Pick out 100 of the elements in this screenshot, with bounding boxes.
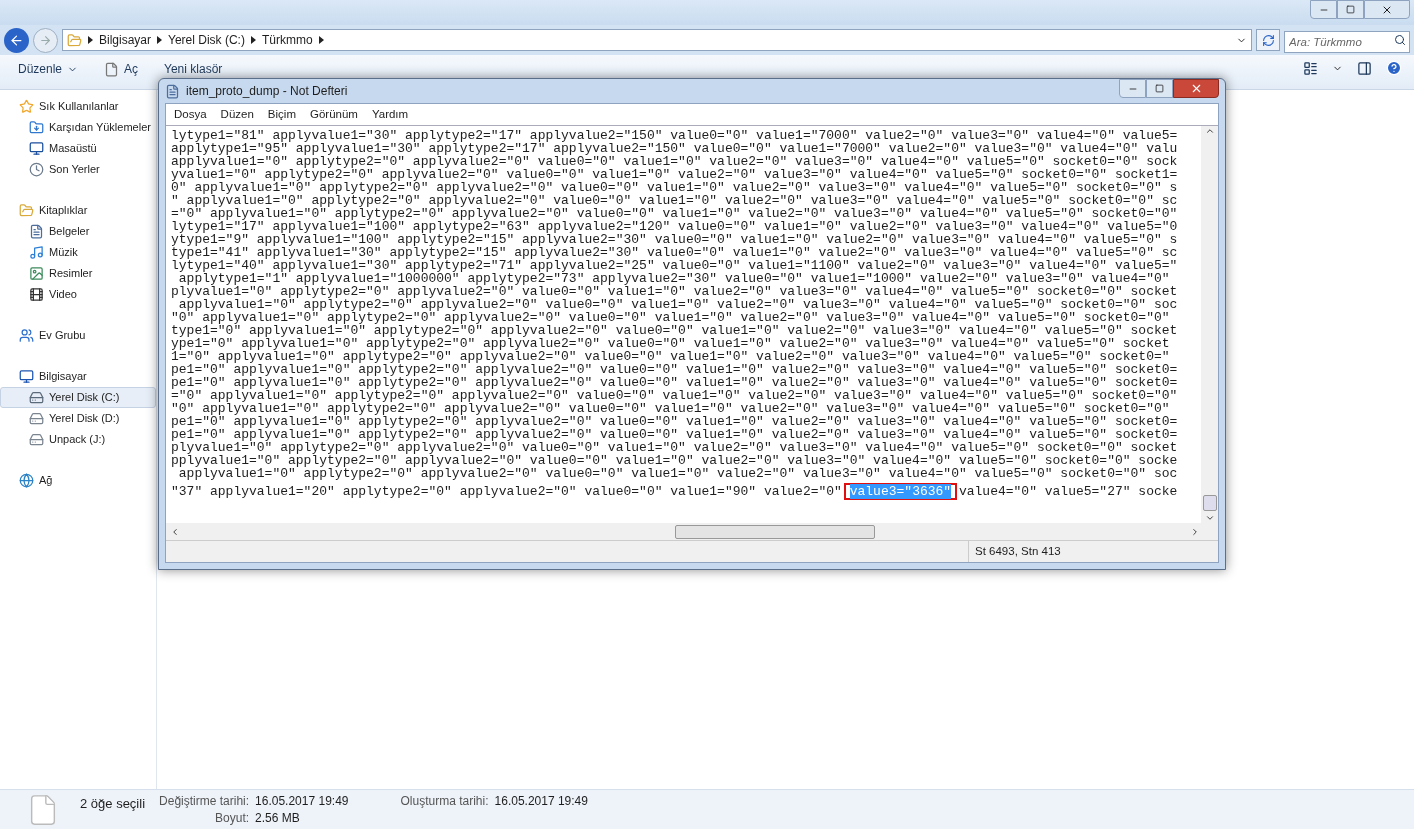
text-line: ype1="0" applyvalue1="0" applytype2="0" applyvalue2="0" value0="0" value1="0" value2="0" value3="0" value4="0" value5="0" socket <box>171 337 1171 350</box>
forward-icon <box>39 33 52 47</box>
close-button[interactable] <box>1173 79 1219 98</box>
text-line: pe1="0" applyvalue1="0" applytype2="0" applyvalue2="0" value0="0" value1="0" value2="0" value3="0" value4="0" value5="0" socket0= <box>171 363 1179 376</box>
sidebar-item[interactable]: Ev Grubu <box>0 325 156 346</box>
breadcrumb-arrow <box>157 36 163 44</box>
text-line: applyvalue1="0" applytype2="0" applyvalue2="0" value0="0" value1="0" value2="0" value3="0" value4="0" value5="0" socket0="0" soc <box>178 298 1179 311</box>
toolbar-button[interactable]: Yeni klasör <box>158 60 229 78</box>
menu-item[interactable]: Dosya <box>168 105 213 124</box>
text-line: pe1="0" applyvalue1="0" applytype2="0" applyvalue2="0" value0="0" value1="0" value2="0" value3="0" value4="0" value5="0" socket0= <box>171 428 1179 441</box>
text-line: type1="0" applyvalue1="0" applytype2="0" applyvalue2="0" value0="0" value1="0" value2="0" value3="0" value4="0" value5="0" socket <box>171 324 1179 337</box>
breadcrumb-item[interactable]: Türkmmo <box>261 31 313 49</box>
text-line: 1="0" applyvalue1="0" applytype2="0" applyvalue2="0" value0="0" value1="0" value2="0" value3="0" value4="0" value5="0" socket0=" <box>171 350 1171 363</box>
text-line: "0" applyvalue1="0" applytype2="0" applyvalue2="0" value0="0" value1="0" value2="0" value3="0" value4="0" value5="0" socket0="0" <box>171 402 1171 415</box>
sidebar-item[interactable]: Son Yerler <box>0 159 156 180</box>
breadcrumb-arrow <box>88 36 93 44</box>
detail-value: 2.56 MB <box>255 811 301 826</box>
scroll-thumb[interactable] <box>675 524 875 539</box>
sidebar-item[interactable]: Belgeler <box>0 221 156 242</box>
breadcrumb-arrow <box>318 36 324 44</box>
sidebar-item[interactable]: Video <box>0 284 156 305</box>
detail-label: Oluşturma tarihi: <box>400 794 489 809</box>
scroll-down-icon[interactable] <box>1204 513 1215 523</box>
sidebar-item[interactable]: Karşıdan Yüklemeler <box>0 117 156 138</box>
search-icon <box>1394 34 1406 46</box>
menu-item[interactable]: Görünüm <box>304 105 364 124</box>
toolbar-button[interactable]: Düzenle <box>12 60 85 78</box>
text-line: applyvalue1="0" applytype2="0" applyvalue2="0" value0="0" value1="0" value2="0" value3="0" value4="0" value5="0" socket0="0" sock <box>171 155 1179 168</box>
sidebar-item[interactable]: Yerel Disk (C:) <box>0 387 156 408</box>
detail-label: Değiştirme tarihi: <box>159 794 250 809</box>
text-line: pe1="0" applyvalue1="0" applytype2="0" applyvalue2="0" value0="0" value1="0" value2="0" value3="0" value4="0" value5="0" socket0= <box>171 376 1179 389</box>
maximize-button[interactable] <box>1146 79 1173 98</box>
menu-item[interactable]: Düzen <box>214 105 260 124</box>
computer-icon <box>19 369 34 384</box>
text-line: pplyvalue1="0" applytype2="0" applyvalue2="0" value0="0" value1="0" value2="0" value3="0" value4="0" value5="0" socket0="0" socke <box>171 454 1179 467</box>
window-title: item_proto_dump - Not Defteri <box>186 83 348 100</box>
text-line: " applyvalue1="0" applytype2="0" applyvalue2="0" value0="0" value1="0" value2="0" value3="0" value4="0" value5="0" socket0="0" sc <box>171 194 1179 207</box>
detail-value: 16.05.2017 19:49 <box>255 794 349 809</box>
address-field[interactable]: Bilgisayar Yerel Disk (C:) Türkmmo <box>62 29 1252 51</box>
selection-summary: 2 öğe seçili <box>80 795 146 813</box>
back-icon <box>9 32 24 48</box>
document-icon <box>29 224 44 239</box>
text-line: pe1="0" applyvalue1="0" applytype2="0" applyvalue2="0" value0="0" value1="0" value2="0" value3="0" value4="0" value5="0" socket0= <box>171 415 1179 428</box>
sidebar-item[interactable]: Sık Kullanılanlar <box>0 96 156 117</box>
menu-item[interactable]: Yardım <box>365 105 415 124</box>
toolbar-button[interactable]: Aç <box>98 60 145 78</box>
image-icon <box>29 266 44 281</box>
sidebar-item[interactable]: Masaüstü <box>0 138 156 159</box>
help-icon[interactable] <box>1386 60 1402 76</box>
back-button[interactable] <box>4 27 29 53</box>
desktop-icon <box>29 141 44 156</box>
preview-pane-icon[interactable] <box>1357 60 1372 76</box>
text-line: "0" applyvalue1="0" applytype2="0" applyvalue2="0" value0="0" value1="0" value2="0" value3="0" value4="0" value5="0" socket0="0" <box>171 311 1171 324</box>
horizontal-scrollbar[interactable] <box>166 523 1218 540</box>
text-line: ="0" applyvalue1="0" applytype2="0" applyvalue2="0" value0="0" value1="0" value2="0" value3="0" value4="0" value5="0" socket0="0" <box>171 389 1179 402</box>
download-icon <box>29 120 44 135</box>
sidebar-item[interactable]: Kitaplıklar <box>0 200 156 221</box>
text-line: type1="41" applyvalue1="30" applytype2="15" applyvalue2="30" value0="0" value1="0" value2="0" value3="0" value4="0" value5="0" sc <box>171 246 1179 259</box>
detail-value: 16.05.2017 19:49 <box>494 794 588 809</box>
maximize-icon <box>1155 84 1164 93</box>
sidebar-item[interactable]: Bilgisayar <box>0 366 156 387</box>
scroll-right-icon[interactable] <box>1190 526 1200 537</box>
notepad-icon <box>165 83 180 99</box>
text-line: plyvalue1="0" applytype2="0" applyvalue2="0" value0="0" value1="0" value2="0" value3="0" value4="0" value5="0" socket0="0" socket <box>171 285 1179 298</box>
text-line: applytype1="95" applyvalue1="30" applytype2="17" applyvalue2="150" value0="0" value1="7000" value2="0" value3="0" value4="0" valu <box>171 142 1179 155</box>
cursor-position: St 6493, Stn 413 <box>975 543 1061 559</box>
sidebar-item[interactable]: Ağ <box>0 470 156 491</box>
text-line: ="0" applyvalue1="0" applytype2="0" applyvalue2="0" value0="0" value1="0" value2="0" value3="0" value4="0" value5="0" socket0="0" <box>171 207 1179 220</box>
scroll-thumb[interactable] <box>1202 495 1217 511</box>
recent-icon <box>29 162 44 177</box>
network-icon <box>19 473 34 488</box>
breadcrumb-item[interactable]: Yerel Disk (C:) <box>168 31 245 49</box>
text-line: 0" applyvalue1="0" applytype2="0" applyvalue2="0" value0="0" value1="0" value2="0" value3="0" value4="0" value5="0" socket0="0" s <box>171 181 1179 194</box>
systemdisk-icon <box>29 390 44 405</box>
music-icon <box>29 245 44 260</box>
minimize-button[interactable] <box>1119 79 1146 98</box>
view-icon[interactable] <box>1303 60 1318 76</box>
text-line: yvalue1="0" applytype2="0" applyvalue2="0" value0="0" value1="0" value2="0" value3="0" value4="0" value5="0" socket0="0" socket1= <box>171 168 1179 181</box>
text-line: lytype1="81" applyvalue1="30" applytype2="17" applyvalue2="150" value0="0" value1="7000" value2="0" value3="0" value4="0" value5= <box>171 129 1179 142</box>
sidebar-item[interactable]: Müzik <box>0 242 156 263</box>
video-icon <box>29 287 44 302</box>
breadcrumb-item[interactable]: Bilgisayar <box>99 31 152 49</box>
homegroup-icon <box>19 328 34 343</box>
file-icon <box>104 61 120 77</box>
vertical-scrollbar[interactable] <box>1201 126 1218 523</box>
sidebar-item[interactable]: Unpack (J:) <box>0 429 156 450</box>
scroll-left-icon[interactable] <box>170 526 180 537</box>
detail-label: Boyut: <box>214 811 250 826</box>
minimize-button[interactable] <box>1310 0 1337 19</box>
refresh-button[interactable] <box>1256 29 1280 51</box>
text-line: ytype1="9" applyvalue1="100" applytype2="15" applyvalue2="30" value0="0" value1="0" value2="0" value3="0" value4="0" value5="0" s <box>171 233 1179 246</box>
text-line: applytype1="1" applyvalue1="1000000" applytype2="73" applyvalue2="30" value0="0" value1="1000" value2="0" value3="0" value4="0" <box>178 272 1171 285</box>
sidebar-item[interactable]: Resimler <box>0 263 156 284</box>
selected-text: value3="3636" <box>849 484 952 499</box>
menu-item[interactable]: Biçim <box>261 105 302 124</box>
sidebar-item[interactable]: Yerel Disk (D:) <box>0 408 156 429</box>
maximize-icon <box>1346 5 1355 14</box>
scroll-up-icon[interactable] <box>1204 126 1215 136</box>
maximize-button[interactable] <box>1337 0 1364 19</box>
search-field[interactable]: Ara: Türkmmo <box>1284 31 1410 53</box>
